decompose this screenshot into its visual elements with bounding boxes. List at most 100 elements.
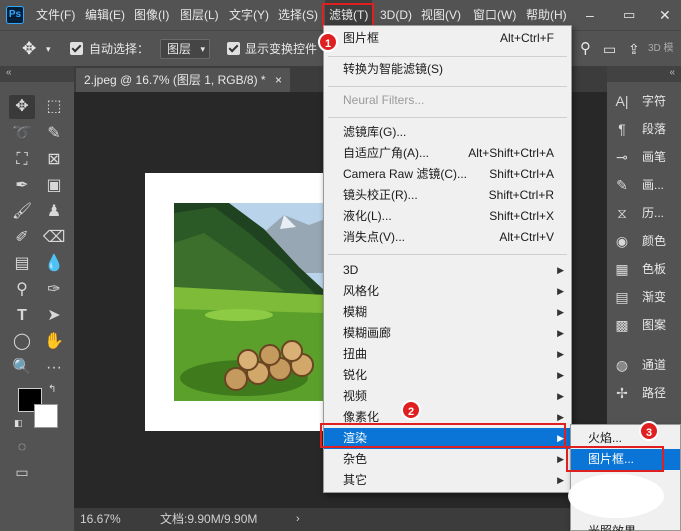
submenu-item-lighting-effects[interactable]: 光照效果... [571,521,680,531]
path-select-tool-icon[interactable]: ➤ [41,304,67,328]
menu-item-blur-gallery[interactable]: 模糊画廊 ▶ [324,323,571,344]
menu-item-label: 转换为智能滤镜(S) [343,62,443,76]
blur-tool-icon[interactable]: 💧 [41,252,67,276]
restore-icon[interactable]: ▭ [623,0,635,30]
document-tab[interactable]: 2.jpeg @ 16.7% (图层 1, RGB/8) * × [76,68,290,92]
eraser-tool-icon[interactable]: ⌫ [41,226,67,250]
panel-tab-channels[interactable]: ◍ 通道 [611,353,677,377]
panel-tab-paragraph[interactable]: ¶ 段落 [611,117,677,141]
right-collapse-strip[interactable]: « [607,66,681,82]
menu-item-lens-correction[interactable]: 镜头校正(R)... Shift+Ctrl+R [324,185,571,206]
status-bar: 16.67% 文档:9.90M/9.90M › [74,508,607,531]
menu-item-convert-smart-filter[interactable]: 转换为智能滤镜(S) [324,59,571,80]
menu-item-label: 3D [343,263,359,277]
menu-item-label: 其它 [343,473,368,487]
background-color-swatch[interactable] [34,404,58,428]
zoom-level[interactable]: 16.67% [80,508,121,531]
menu-item-stylize[interactable]: 风格化 ▶ [324,281,571,302]
more-tools-icon[interactable]: ··· [41,356,67,380]
collapse-arrows-icon[interactable]: « [669,67,675,78]
menu-file[interactable]: 文件(F) [36,0,75,30]
minimize-icon[interactable]: – [586,0,594,30]
submenu-arrow-icon: ▶ [557,391,564,401]
panel-tab-gradient[interactable]: ▤ 渐变 [611,285,677,309]
panel-tab-color[interactable]: ◉ 颜色 [611,229,677,253]
status-menu-chevron-icon[interactable]: › [296,508,300,531]
stamp-tool-icon[interactable]: ♟ [41,200,67,224]
menu-item-other[interactable]: 其它 ▶ [324,470,571,491]
menu-select[interactable]: 选择(S) [278,0,318,30]
healing-tool-icon[interactable]: ▣ [41,174,67,198]
default-colors-icon[interactable]: ◧ [14,418,23,429]
pen-tool-icon[interactable]: ✑ [41,278,67,302]
panel-tab-label: 颜色 [642,234,667,248]
auto-select-dropdown[interactable]: 图层 ▾ [160,39,210,59]
menu-item-noise[interactable]: 杂色 ▶ [324,449,571,470]
submenu-arrow-icon: ▶ [557,370,564,380]
menu-item-distort[interactable]: 扭曲 ▶ [324,344,571,365]
menu-layer[interactable]: 图层(L) [180,0,219,30]
panel-tab-label: 路径 [642,386,667,400]
menu-item-camera-raw[interactable]: Camera Raw 滤镜(C)... Shift+Ctrl+A [324,164,571,185]
menu-item-3d[interactable]: 3D ▶ [324,260,571,281]
panel-tab-brush-settings[interactable]: ⊸ 画笔 [611,145,677,169]
collapse-arrows-icon[interactable]: « [6,67,12,78]
quick-mask-icon[interactable]: ◌ [9,434,35,458]
hand-tool-icon[interactable]: ✋ [41,330,67,354]
crop-tool-icon[interactable]: ⛶ [9,148,35,172]
close-icon[interactable]: ✕ [659,0,671,30]
dodge-tool-icon[interactable]: ⚲ [9,278,35,302]
show-transform-checkbox[interactable] [227,42,240,55]
ellipse-tool-icon[interactable]: ◯ [9,330,35,354]
lasso-tool-icon[interactable]: ➰ [9,122,35,146]
menu-item-liquify[interactable]: 液化(L)... Shift+Ctrl+X [324,206,571,227]
workspace-icon[interactable]: ▭ [603,31,616,67]
history-brush-tool-icon[interactable]: ✐ [9,226,35,250]
move-tool-icon[interactable]: ✥ [22,31,36,67]
panel-tab-paths[interactable]: ✢ 路径 [611,381,677,405]
panel-tab-character[interactable]: A| 字符 [611,89,677,113]
paragraph-icon: ¶ [618,121,626,137]
move-tool-icon[interactable]: ✥ [9,95,35,119]
search-icon[interactable]: ⚲ [580,31,591,67]
menu-item-label: 视频 [343,389,368,403]
brush-tool-icon[interactable]: 🖌 [9,200,35,224]
gradient-tool-icon[interactable]: ▤ [9,252,35,276]
menu-item-label: 模糊 [343,305,368,319]
toolbar-collapse-strip[interactable]: « [0,66,74,82]
share-icon[interactable]: ⇪ [628,31,640,67]
document-tab-title: 2.jpeg @ 16.7% (图层 1, RGB/8) * [84,73,266,87]
swap-colors-icon[interactable]: ↰ [48,384,56,395]
menu-type[interactable]: 文字(Y) [229,0,269,30]
panel-tab-brush[interactable]: ✎ 画... [611,173,677,197]
menu-item-picture-frame-last[interactable]: 图片框 Alt+Ctrl+F [324,28,571,49]
menu-item-vanishing-point[interactable]: 消失点(V)... Alt+Ctrl+V [324,227,571,248]
panel-tab-label: 渐变 [642,290,667,304]
quick-select-tool-icon[interactable]: ✎ [41,122,67,146]
close-tab-icon[interactable]: × [275,73,282,87]
menu-item-filter-gallery[interactable]: 滤镜库(G)... [324,122,571,143]
brush-settings-icon: ⊸ [616,149,628,165]
menu-edit[interactable]: 编辑(E) [85,0,125,30]
screen-mode-icon[interactable]: ▭ [9,460,35,484]
marquee-tool-icon[interactable]: ⬚ [41,95,67,119]
menu-item-blur[interactable]: 模糊 ▶ [324,302,571,323]
panel-tab-label: 画笔 [642,150,667,164]
frame-tool-icon[interactable]: ⊠ [41,148,67,172]
chevron-down-icon[interactable]: ▾ [46,31,51,67]
menu-item-label: 镜头校正(R)... [343,188,418,202]
eyedropper-tool-icon[interactable]: ✒ [9,174,35,198]
menu-item-video[interactable]: 视频 ▶ [324,386,571,407]
panel-tab-patterns[interactable]: ▩ 图案 [611,313,677,337]
zoom-tool-icon[interactable]: 🔍 [9,356,35,380]
panel-tab-swatches[interactable]: ▦ 色板 [611,257,677,281]
auto-select-checkbox[interactable] [70,42,83,55]
panel-tab-history[interactable]: ⧖ 历... [611,201,677,225]
menu-image[interactable]: 图像(I) [134,0,169,30]
menu-item-sharpen[interactable]: 锐化 ▶ [324,365,571,386]
menu-item-adaptive-wide-angle[interactable]: 自适应广角(A)... Alt+Shift+Ctrl+A [324,143,571,164]
panel-tab-label: 画... [642,178,665,192]
picture-frame-highlight-box [566,446,664,472]
character-icon: A| [615,93,629,109]
type-tool-icon[interactable]: T [9,304,35,328]
